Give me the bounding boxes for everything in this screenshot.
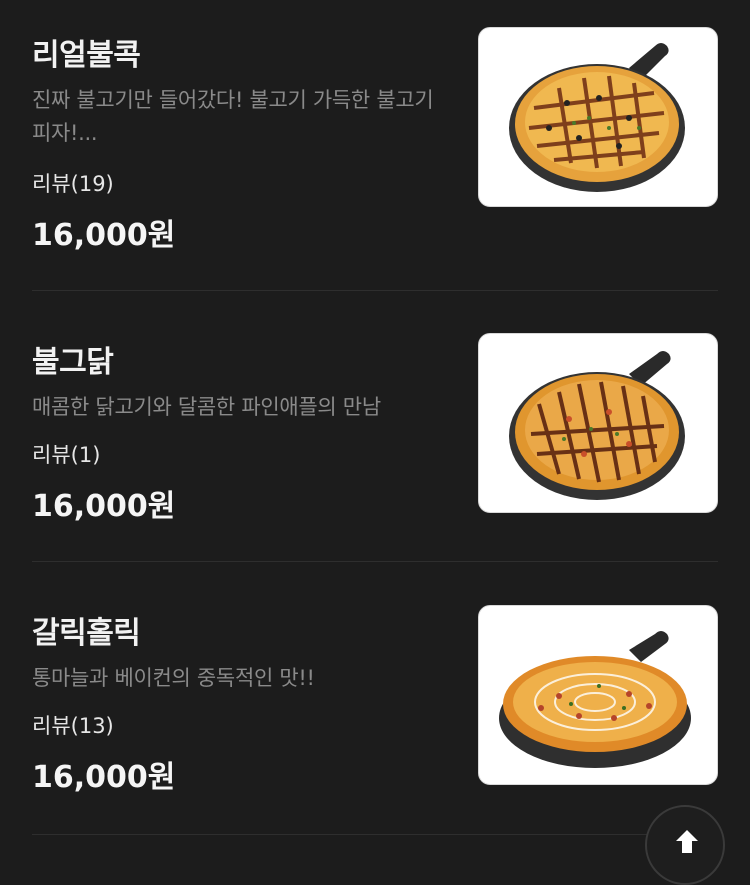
menu-item-reviews[interactable]: 리뷰(1)	[32, 439, 100, 469]
scroll-top-button[interactable]	[645, 805, 725, 885]
menu-item-name: 리얼불콕	[32, 38, 141, 73]
menu-item-name: 불그닭	[32, 345, 114, 380]
menu-item[interactable]: 갈릭홀릭 통마늘과 베이컨의 중독적인 맛!! 리뷰(13) 16,000원	[32, 562, 718, 835]
menu-item-price: 16,000원	[32, 218, 176, 253]
menu-item-reviews[interactable]: 리뷰(13)	[32, 710, 114, 740]
menu-item[interactable]: 불그닭 매콤한 닭고기와 달콤한 파인애플의 만남 리뷰(1) 16,000원	[32, 291, 718, 562]
menu-item-price: 16,000원	[32, 489, 176, 524]
menu-item-description: 매콤한 닭고기와 달콤한 파인애플의 만남	[32, 395, 381, 419]
menu-item[interactable]: 리얼불콕 진짜 불고기만 들어갔다! 불고기 가득한 불고기 피자!... 리뷰…	[32, 0, 718, 291]
pizza-garlic-image[interactable]	[478, 605, 718, 785]
menu-item-description: 통마늘과 베이컨의 중독적인 맛!!	[32, 666, 315, 690]
pizza-chicken-image[interactable]	[478, 333, 718, 513]
menu-item-reviews[interactable]: 리뷰(19)	[32, 168, 114, 198]
pizza-bulgogi-image[interactable]	[478, 27, 718, 207]
arrow-up-icon	[676, 830, 698, 853]
menu-item-description: 진짜 불고기만 들어갔다! 불고기 가득한 불고기 피자!...	[32, 88, 434, 145]
menu-item-name: 갈릭홀릭	[32, 616, 141, 651]
menu-item-price: 16,000원	[32, 760, 176, 795]
